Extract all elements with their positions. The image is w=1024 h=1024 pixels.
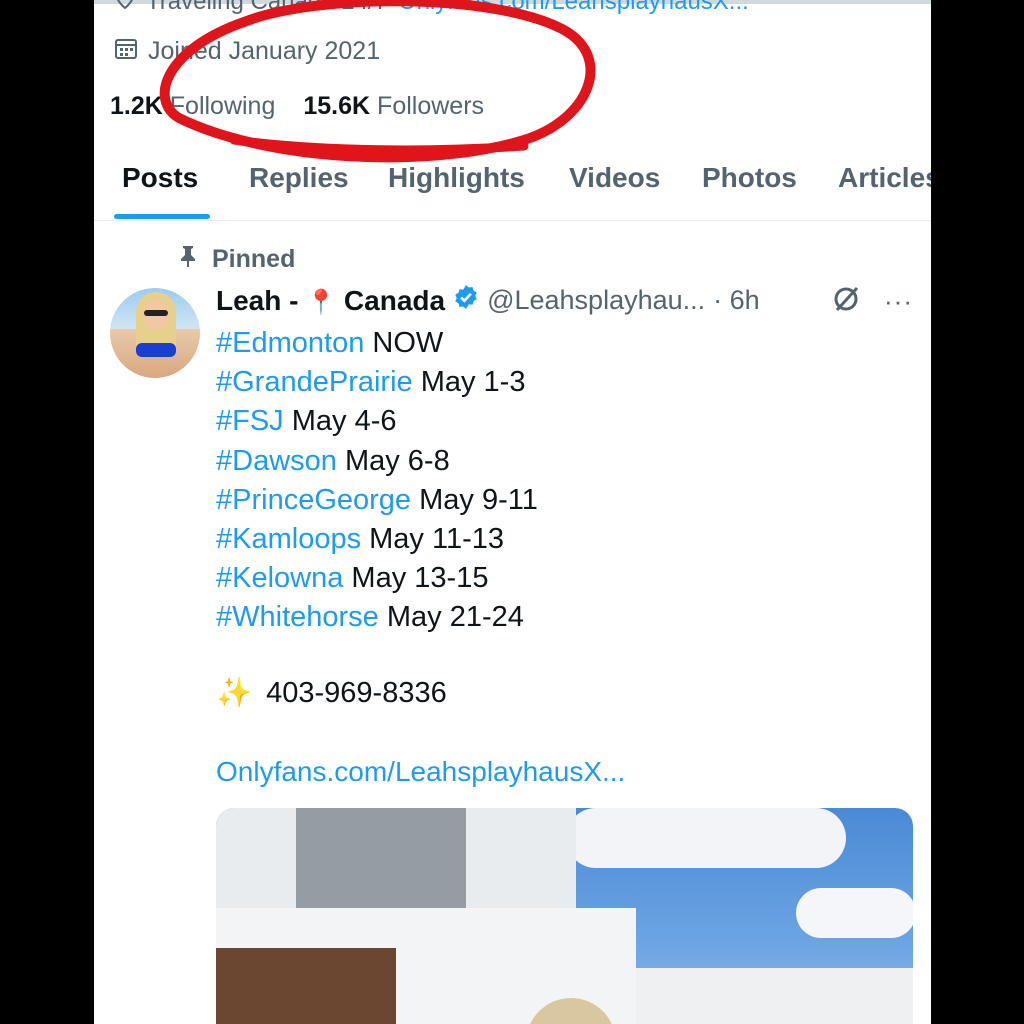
joined-date: Joined January 2021	[148, 37, 381, 65]
hashtag-link[interactable]: #PrinceGeorge	[216, 484, 411, 516]
tweet-media-image[interactable]	[216, 808, 913, 1024]
line-text: NOW	[364, 327, 444, 359]
line-text: May 11-13	[361, 523, 505, 556]
tweet-line: #Dawson May 6-8	[216, 442, 538, 481]
follow-stats: 1.2K Following 15.6K Followers	[110, 92, 484, 121]
tab-videos[interactable]: Videos	[569, 162, 660, 194]
verified-badge-icon	[453, 284, 479, 317]
avatar[interactable]	[110, 288, 200, 378]
tweet-line: #Kelowna May 13-15	[216, 559, 538, 598]
tweet-line: #PrinceGeorge May 9-11	[216, 481, 538, 520]
hashtag-link[interactable]: #Whitehorse	[216, 601, 379, 633]
profile-tabs: Posts Replies Highlights Videos Photos A…	[94, 150, 931, 221]
tab-replies[interactable]: Replies	[249, 162, 349, 194]
line-text: May 4-6	[283, 405, 397, 438]
following-stat[interactable]: 1.2K Following	[110, 92, 275, 121]
hashtag-link[interactable]: #Kamloops	[216, 523, 361, 555]
tab-articles[interactable]: Articles	[838, 162, 931, 194]
line-text: May 21-24	[378, 601, 524, 634]
hashtag-link[interactable]: #GrandePrairie	[216, 366, 413, 398]
tweet-timestamp[interactable]: · 6h	[713, 285, 760, 316]
tweet-author-row: Leah - 📍 Canada @Leahsplayhau... · 6h	[216, 284, 760, 317]
following-count: 1.2K	[110, 92, 163, 120]
followers-stat[interactable]: 15.6K Followers	[303, 92, 484, 121]
line-text: May 9-11	[411, 483, 538, 516]
phone-line: ✨ 403-969-8336	[216, 676, 447, 710]
round-pushpin-emoji: 📍	[306, 288, 337, 316]
profile-screen: Traveling Canada 24/7 Onlyfans.com/Leahs…	[94, 0, 931, 1024]
phone-number: 403-969-8336	[266, 676, 447, 709]
line-text: May 1-3	[412, 366, 526, 399]
tweet-line: #Whitehorse May 21-24	[216, 598, 538, 637]
tweet-line: #Edmonton NOW	[216, 324, 538, 363]
profile-website-link[interactable]: Onlyfans.com/LeahsplayhausX...	[398, 0, 749, 16]
active-tab-indicator	[114, 214, 210, 219]
tab-posts[interactable]: Posts	[122, 162, 198, 194]
tweet-link[interactable]: Onlyfans.com/LeahsplayhausX...	[216, 756, 625, 788]
hashtag-link[interactable]: #Dawson	[216, 445, 337, 477]
hashtag-link[interactable]: #Edmonton	[216, 327, 364, 359]
location-icon	[114, 0, 136, 17]
joined-row: Joined January 2021	[114, 36, 380, 67]
calendar-icon	[114, 36, 138, 67]
more-icon[interactable]: ···	[884, 286, 913, 317]
tab-highlights[interactable]: Highlights	[388, 162, 525, 194]
tweet-line: #GrandePrairie May 1-3	[216, 363, 538, 402]
pinned-label: Pinned	[212, 245, 296, 273]
location-row: Traveling Canada 24/7 Onlyfans.com/Leahs…	[114, 0, 749, 17]
line-text: May 6-8	[336, 444, 450, 477]
author-name[interactable]: Leah - 📍 Canada	[216, 285, 445, 317]
grok-icon[interactable]	[831, 284, 861, 319]
pin-icon	[178, 244, 198, 275]
tab-photos[interactable]: Photos	[702, 162, 797, 194]
sparkles-emoji: ✨	[216, 677, 253, 709]
following-label: Following	[169, 92, 276, 120]
hashtag-link[interactable]: #FSJ	[216, 405, 284, 437]
line-text: May 13-15	[343, 562, 489, 595]
tweet-line: #Kamloops May 11-13	[216, 520, 538, 559]
tweet-body: #Edmonton NOW #GrandePrairie May 1-3 #FS…	[216, 324, 538, 638]
author-name-part1: Leah -	[216, 284, 299, 316]
followers-label: Followers	[377, 92, 485, 120]
author-name-part2: Canada	[343, 284, 446, 316]
pinned-indicator: Pinned	[178, 244, 295, 275]
author-handle[interactable]: @Leahsplayhau...	[487, 285, 705, 316]
hashtag-link[interactable]: #Kelowna	[216, 562, 343, 594]
followers-count: 15.6K	[303, 92, 371, 120]
tweet-line: #FSJ May 4-6	[216, 402, 538, 441]
location-text: Traveling Canada 24/7	[146, 0, 388, 15]
